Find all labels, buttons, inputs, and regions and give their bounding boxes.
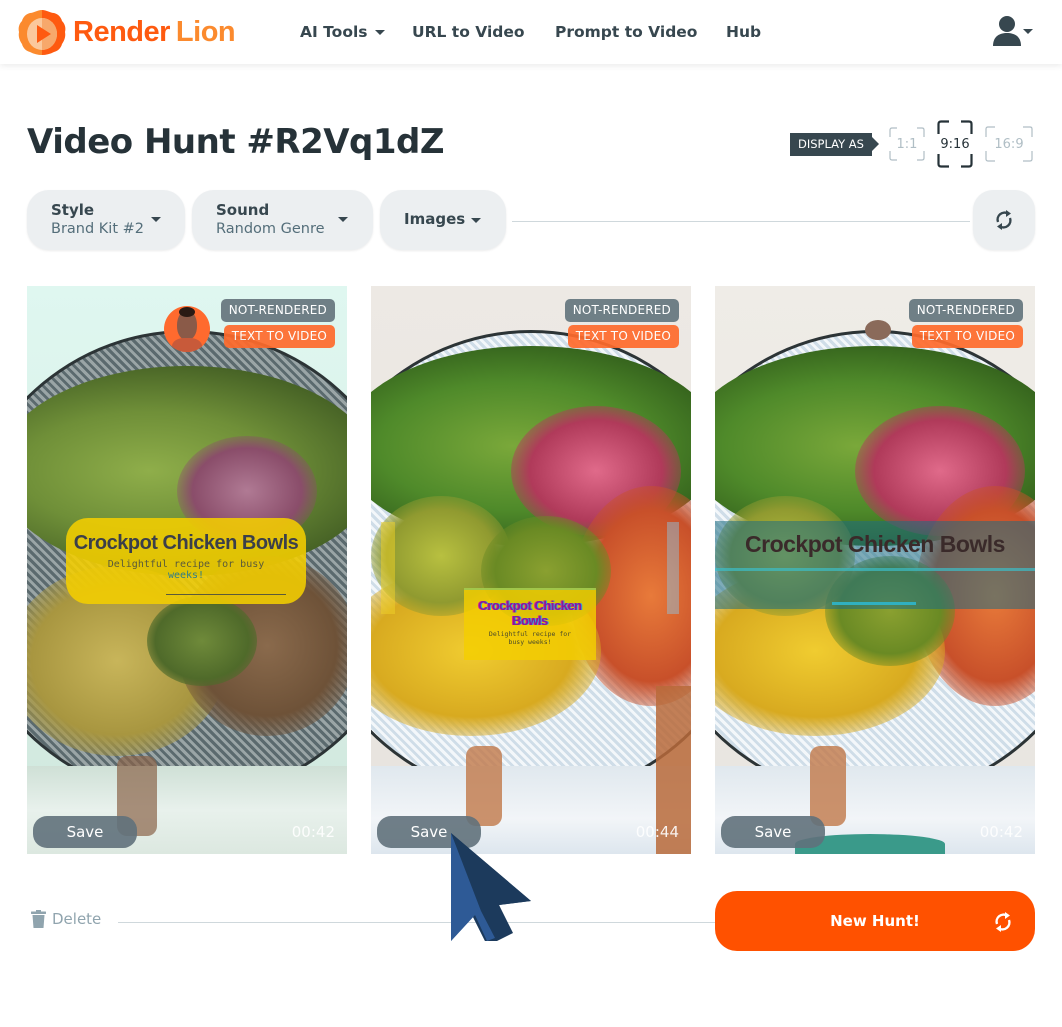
title-overlay: Crockpot Chicken Bowls Delightful recipe…: [66, 518, 306, 604]
video-duration: 00:42: [291, 823, 335, 841]
overlay-title: Crockpot Chicken Bowls: [73, 532, 299, 554]
new-hunt-label: New Hunt!: [830, 912, 920, 930]
save-button[interactable]: Save: [33, 816, 137, 848]
nav-hub[interactable]: Hub: [726, 0, 761, 64]
style-label: Style: [51, 201, 95, 219]
nav-label: URL to Video: [412, 23, 525, 41]
page-title: Video Hunt #R2Vq1dZ: [27, 122, 445, 162]
title-overlay: Crockpot Chicken Bowls: [715, 521, 1035, 609]
refresh-icon: [995, 912, 1011, 932]
video-type-badge: TEXT TO VIDEO: [567, 325, 679, 348]
render-status-badge: NOT-RENDERED: [908, 299, 1023, 322]
avatar: [164, 306, 210, 352]
overlay-subtitle: Delightful recipe for busy: [107, 559, 265, 570]
divider: [118, 922, 716, 923]
render-status-badge: NOT-RENDERED: [220, 299, 335, 322]
nav-prompt-to-video[interactable]: Prompt to Video: [555, 0, 697, 64]
sound-dropdown[interactable]: Sound Random Genre: [192, 190, 373, 250]
lion-play-icon: [18, 10, 66, 55]
video-type-badge: TEXT TO VIDEO: [911, 325, 1023, 348]
images-label: Images: [404, 210, 466, 228]
overlay-title: Crockpot Chicken: [478, 598, 582, 613]
nav-url-to-video[interactable]: URL to Video: [412, 0, 525, 64]
delete-label: Delete: [52, 910, 102, 928]
top-navbar: Render Lion AI Tools URL to Video Prompt …: [0, 0, 1062, 64]
save-button[interactable]: Save: [377, 816, 481, 848]
brand-logo[interactable]: Render Lion: [17, 8, 236, 56]
video-duration: 00:42: [979, 823, 1023, 841]
sound-label: Sound: [216, 201, 270, 219]
video-card[interactable]: Crockpot Chicken Bowls Delightful recipe…: [27, 286, 347, 854]
brand-name: Render Lion: [73, 15, 236, 48]
nav-label: AI Tools: [300, 23, 368, 41]
overlay-subtitle: busy weeks!: [508, 638, 552, 646]
video-duration: 00:44: [635, 823, 679, 841]
ratio-9-16-button[interactable]: 9:16: [937, 120, 973, 168]
overlay-subtitle: weeks!: [167, 570, 205, 581]
refresh-icon: [996, 210, 1012, 230]
title-overlay: Crockpot Chicken Bowls Delightful recipe…: [464, 588, 596, 660]
frame-bracket-icon: [889, 127, 925, 161]
display-as-label: DISPLAY AS: [790, 133, 879, 156]
style-dropdown[interactable]: Style Brand Kit #2: [27, 190, 185, 250]
chevron-down-icon: [338, 217, 348, 222]
overlay-subtitle: Delightful recipe for: [488, 630, 572, 638]
chevron-down-icon: [471, 218, 481, 223]
chevron-down-icon: [151, 217, 161, 222]
user-menu[interactable]: [990, 14, 1036, 50]
style-value: Brand Kit #2: [51, 221, 145, 237]
new-hunt-button[interactable]: New Hunt!: [715, 891, 1035, 951]
frame-bracket-icon: [937, 120, 973, 168]
video-card[interactable]: Crockpot Chicken Bowls Delightful recipe…: [371, 286, 691, 854]
video-type-badge: TEXT TO VIDEO: [223, 325, 335, 348]
save-button[interactable]: Save: [721, 816, 825, 848]
sound-value: Random Genre: [216, 221, 325, 237]
nav-label: Prompt to Video: [555, 23, 698, 41]
nav-ai-tools[interactable]: AI Tools: [300, 0, 385, 64]
images-dropdown[interactable]: Images: [380, 190, 506, 250]
delete-button[interactable]: Delete: [31, 910, 101, 928]
trash-icon: [31, 910, 46, 928]
nav-label: Hub: [726, 23, 762, 41]
overlay-title: Crockpot Chicken Bowls: [745, 531, 1005, 557]
chevron-down-icon: [374, 29, 385, 35]
frame-bracket-icon: [985, 126, 1033, 162]
ratio-16-9-button[interactable]: 16:9: [985, 126, 1033, 162]
video-thumbnail: [371, 286, 691, 854]
divider: [512, 221, 970, 222]
overlay-title: Bowls: [512, 613, 548, 628]
user-icon: [993, 16, 1033, 46]
render-status-badge: NOT-RENDERED: [564, 299, 679, 322]
video-card[interactable]: Crockpot Chicken Bowls NOT-RENDERED TEXT…: [715, 286, 1035, 854]
ratio-1-1-button[interactable]: 1:1: [889, 127, 925, 161]
regenerate-button[interactable]: [973, 190, 1035, 250]
